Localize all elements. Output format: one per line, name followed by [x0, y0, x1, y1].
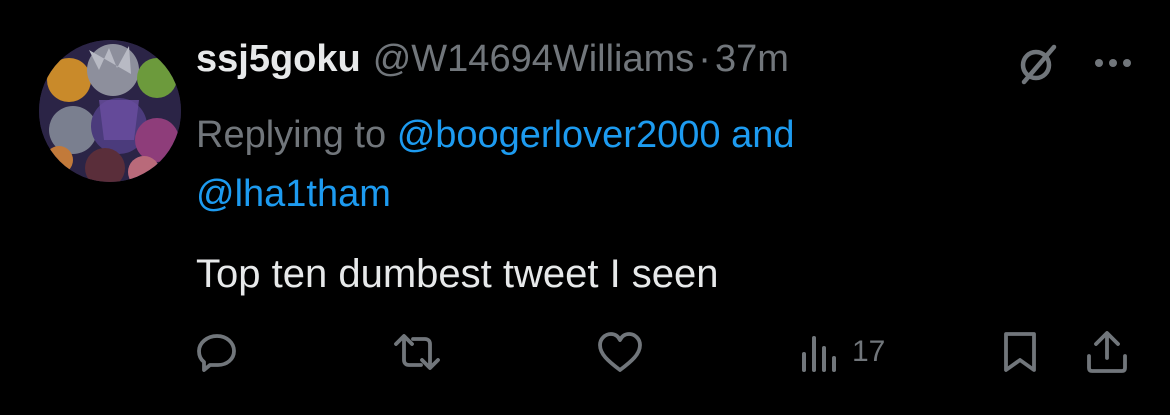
action-bar: 17: [0, 320, 1170, 390]
views-count: 17: [852, 335, 886, 368]
share-icon: [1087, 331, 1127, 373]
like-button[interactable]: [596, 330, 644, 374]
heart-icon: [598, 332, 642, 372]
avatar[interactable]: [39, 40, 181, 182]
share-button[interactable]: [1084, 330, 1130, 374]
mention-link[interactable]: @boogerlover2000: [397, 114, 721, 156]
replying-to: Replying to @boogerlover2000 and @lha1th…: [196, 106, 1096, 224]
tweet-text: Top ten dumbest tweet I seen: [196, 252, 719, 296]
retweet-button[interactable]: [392, 330, 442, 374]
tweet-header: ssj5goku @W14694Williams · 37m: [196, 38, 789, 86]
replying-label: Replying to: [196, 114, 387, 156]
grok-slash-icon[interactable]: [1016, 42, 1060, 86]
retweet-icon: [394, 334, 440, 370]
reply-button[interactable]: [195, 330, 239, 374]
mention-link[interactable]: @lha1tham: [196, 173, 391, 215]
separator-dot: ·: [698, 38, 711, 80]
views-button[interactable]: 17: [800, 330, 885, 374]
more-dots-icon[interactable]: [1090, 50, 1136, 76]
bookmark-icon: [1004, 332, 1036, 372]
reply-icon: [197, 334, 236, 372]
display-name[interactable]: ssj5goku: [196, 38, 361, 81]
and-link[interactable]: and: [731, 114, 794, 156]
user-handle[interactable]: @W14694Williams: [373, 38, 695, 81]
views-bar-icon: [802, 336, 836, 372]
tweet-card[interactable]: ssj5goku @W14694Williams · 37m Replying …: [0, 0, 1170, 415]
avatar-image: [39, 40, 181, 182]
bookmark-button[interactable]: [1000, 330, 1040, 374]
timestamp[interactable]: 37m: [715, 38, 789, 81]
